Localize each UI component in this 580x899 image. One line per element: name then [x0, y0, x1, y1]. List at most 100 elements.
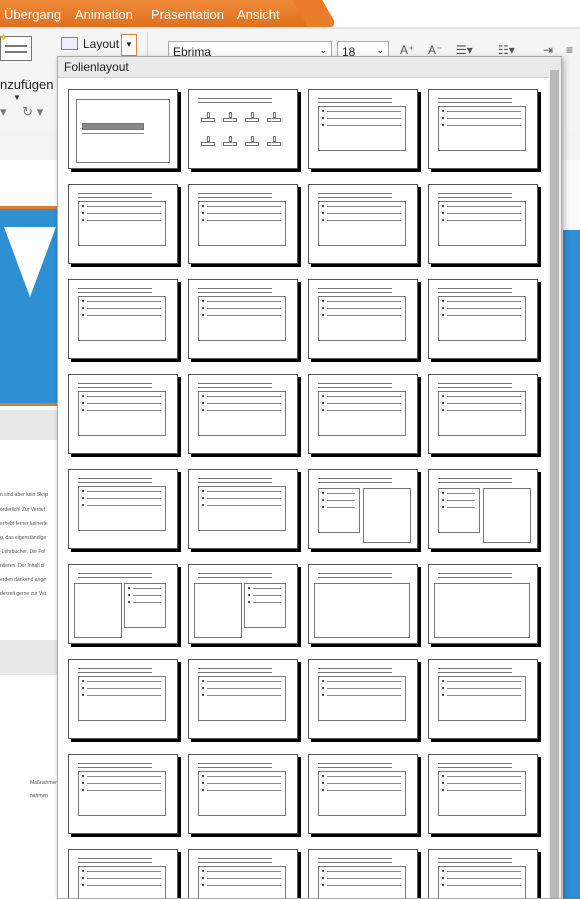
popup-scrollbar[interactable] — [549, 70, 561, 898]
layout-button[interactable]: Layout — [83, 37, 119, 51]
layout-thumbnail[interactable] — [428, 89, 538, 169]
layout-thumbnail[interactable] — [308, 279, 418, 359]
font-grow-icon[interactable]: A⁺ — [400, 43, 414, 57]
bullet-line — [447, 885, 521, 886]
layout-thumbnail[interactable] — [428, 659, 538, 739]
layout-thumbnail[interactable] — [308, 659, 418, 739]
layout-thumbnail[interactable] — [428, 849, 538, 898]
layout-thumbnail[interactable] — [188, 469, 298, 549]
layout-thumbnail[interactable] — [428, 469, 538, 549]
bullet-line — [327, 507, 355, 508]
layout-thumbnail[interactable] — [68, 279, 178, 359]
bullet-dot — [82, 409, 84, 411]
slide-thumbnail[interactable] — [0, 206, 60, 406]
layout-thumbnail[interactable] — [428, 564, 538, 644]
title-placeholder — [78, 288, 152, 293]
bullet-dot — [202, 212, 204, 214]
layout-thumbnail[interactable] — [308, 564, 418, 644]
layout-thumbnail[interactable] — [68, 849, 178, 898]
title-placeholder — [78, 478, 152, 483]
bullet-line — [207, 491, 281, 492]
bullet-line — [87, 498, 161, 499]
layout-dropdown-button[interactable]: ▼ — [121, 34, 137, 56]
layout-thumbnail[interactable] — [68, 659, 178, 739]
layout-thumbnail[interactable] — [68, 564, 178, 644]
menu-praesentation[interactable]: Präsentation — [151, 7, 224, 22]
layout-thumbnail[interactable] — [428, 279, 538, 359]
layout-thumbnail[interactable] — [188, 659, 298, 739]
bullet-line — [327, 220, 401, 221]
layout-thumbnail[interactable] — [188, 374, 298, 454]
content-placeholder — [78, 201, 166, 246]
bullet-dot — [82, 205, 84, 207]
redo-dropdown-icon[interactable]: ▾ — [37, 104, 44, 119]
bullet-line — [447, 125, 521, 126]
layout-thumbnail[interactable] — [188, 754, 298, 834]
title-placeholder — [198, 478, 272, 483]
layout-thumbnail[interactable] — [308, 184, 418, 264]
layout-thumbnail[interactable] — [68, 374, 178, 454]
object-icon — [245, 136, 259, 147]
bullet-line — [447, 315, 521, 316]
bullet-line — [87, 206, 161, 207]
bullet-dot — [82, 219, 84, 221]
bullet-line — [447, 396, 521, 397]
insert-slide-label[interactable]: nzufügen — [0, 77, 54, 92]
bullet-dot — [442, 680, 444, 682]
numbered-list-icon[interactable]: ☷▾ — [498, 43, 515, 57]
chevron-down-icon: ⌄ — [376, 45, 384, 55]
chevron-down-icon[interactable]: ▼ — [13, 93, 21, 102]
layout-thumbnail[interactable] — [68, 184, 178, 264]
bullet-dot — [322, 687, 324, 689]
bullet-dot — [322, 694, 324, 696]
content-placeholder — [318, 488, 360, 533]
content-placeholder — [78, 296, 166, 341]
layout-thumbnail[interactable] — [188, 89, 298, 169]
bullet-line — [327, 410, 401, 411]
layout-thumbnail[interactable] — [308, 754, 418, 834]
layout-thumbnail[interactable] — [188, 279, 298, 359]
layout-thumbnail[interactable] — [188, 849, 298, 898]
layout-thumbnail[interactable] — [308, 469, 418, 549]
menu-ansicht[interactable]: Ansicht — [237, 7, 280, 22]
bullet-dot — [202, 205, 204, 207]
bullet-dot — [82, 694, 84, 696]
layout-thumbnail[interactable] — [308, 374, 418, 454]
menu-uebergang[interactable]: Übergang — [4, 7, 61, 22]
layout-thumbnail[interactable] — [308, 89, 418, 169]
menu-animation[interactable]: Animation — [75, 7, 133, 22]
bullet-line — [87, 505, 161, 506]
bullet-line — [253, 588, 281, 589]
bullet-dot — [322, 117, 324, 119]
layout-thumbnail[interactable] — [68, 469, 178, 549]
bullet-line — [327, 213, 401, 214]
bullet-line — [447, 403, 521, 404]
layout-thumbnail[interactable] — [428, 184, 538, 264]
layout-icon[interactable] — [61, 37, 78, 50]
bullet-dot — [322, 492, 324, 494]
layout-thumbnail[interactable] — [68, 754, 178, 834]
layout-thumbnail[interactable] — [188, 184, 298, 264]
redo-icon[interactable]: ↻ — [22, 104, 33, 119]
layout-thumbnail[interactable] — [188, 564, 298, 644]
scrollbar-thumb[interactable] — [550, 70, 559, 898]
bullet-line — [87, 308, 161, 309]
undo-dropdown-icon[interactable]: ▾ — [0, 104, 7, 119]
title-placeholder — [78, 193, 152, 198]
bullet-dot — [322, 782, 324, 784]
object-icon — [267, 112, 281, 123]
font-shrink-icon[interactable]: A⁻ — [428, 43, 442, 57]
content-placeholder — [124, 583, 166, 628]
object-icon — [245, 112, 259, 123]
content-placeholder — [314, 583, 410, 638]
bullet-list-icon[interactable]: ☰▾ — [456, 43, 473, 57]
bullet-dot — [322, 402, 324, 404]
layout-thumbnail[interactable] — [68, 89, 178, 169]
layout-thumbnail[interactable] — [308, 849, 418, 898]
indent-icon[interactable]: ⇥ — [543, 43, 553, 57]
line-spacing-icon[interactable]: ≡ — [566, 43, 573, 57]
bullet-dot — [202, 314, 204, 316]
layout-thumbnail[interactable] — [428, 374, 538, 454]
icon-base — [267, 142, 281, 146]
layout-thumbnail[interactable] — [428, 754, 538, 834]
